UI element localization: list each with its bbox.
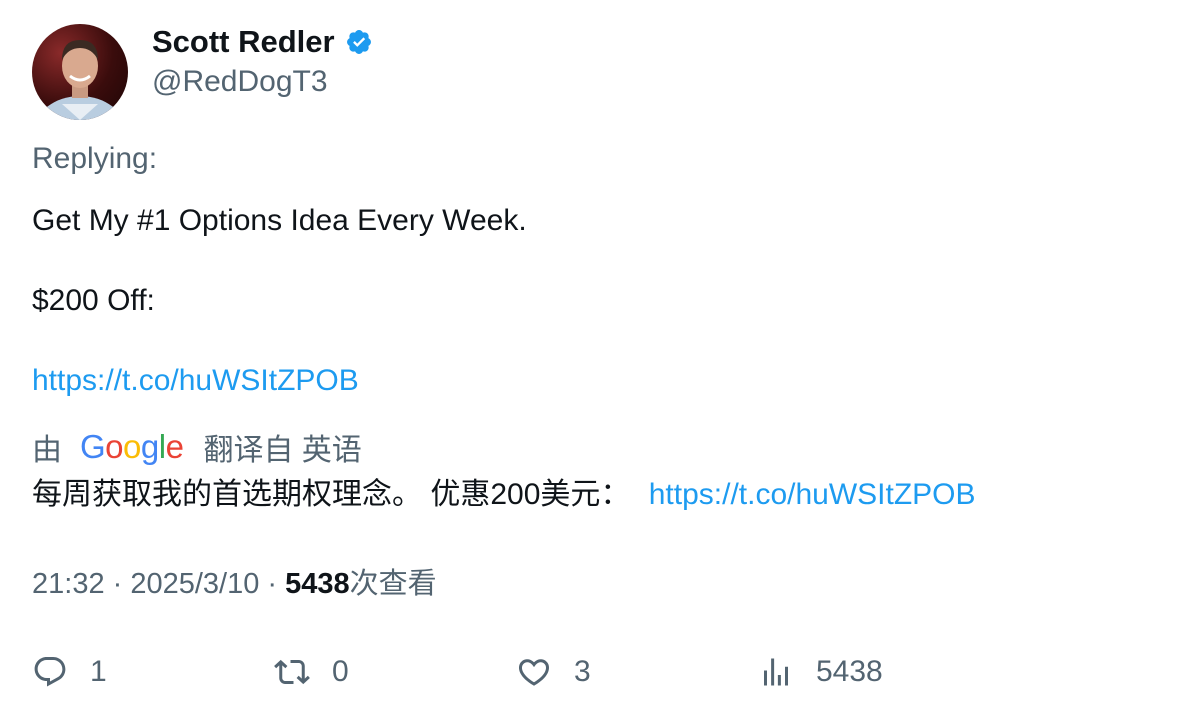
translated-text-body: 每周获取我的首选期权理念。 优惠200美元：: [32, 478, 631, 511]
retweet-count: 0: [332, 655, 349, 688]
view-count: 5438: [285, 568, 350, 600]
tweet-date[interactable]: 2025/3/10: [130, 568, 259, 600]
avatar[interactable]: [32, 24, 128, 120]
author-name[interactable]: Scott Redler: [152, 22, 373, 62]
meta-separator: ·: [104, 568, 131, 600]
tweet-link[interactable]: https://t.co/huWSItZPOB: [32, 364, 359, 397]
translated-link[interactable]: https://t.co/huWSItZPOB: [649, 478, 976, 511]
translation-suffix: 翻译自 英语: [203, 434, 362, 467]
reply-count: 1: [90, 655, 107, 688]
reply-button[interactable]: 1: [32, 650, 107, 694]
retweet-button[interactable]: 0: [274, 650, 349, 694]
tweet-time[interactable]: 21:32: [32, 568, 105, 600]
translation-attribution: 由 Google 翻译自 英语: [32, 427, 362, 467]
heart-icon: [518, 659, 550, 686]
views-button[interactable]: 5438: [758, 650, 883, 694]
author-handle[interactable]: @RedDogT3: [152, 62, 328, 102]
verified-badge-icon: [346, 30, 371, 54]
like-count: 3: [574, 655, 591, 688]
replying-label: Replying:: [32, 142, 158, 175]
author-name-text: Scott Redler: [152, 24, 335, 59]
tweet-meta: 21:32 · 2025/3/10 · 5438次查看: [32, 565, 437, 603]
translated-text: 每周获取我的首选期权理念。 优惠200美元： https://t.co/huWS…: [32, 476, 976, 514]
reply-icon: [34, 657, 66, 687]
tweet-text-line2: $200 Off:: [32, 284, 155, 317]
avatar-image: [36, 40, 124, 120]
like-button[interactable]: 3: [516, 650, 591, 694]
tweet-text-line1: Get My #1 Options Idea Every Week.: [32, 204, 527, 237]
meta-separator: ·: [259, 568, 286, 600]
translation-prefix: 由: [32, 434, 62, 467]
views-chart-icon: [764, 658, 788, 686]
google-logo: Google: [80, 428, 184, 465]
views-count: 5438: [816, 655, 883, 688]
view-count-label: 次查看: [349, 568, 437, 600]
retweet-icon: [274, 659, 310, 685]
